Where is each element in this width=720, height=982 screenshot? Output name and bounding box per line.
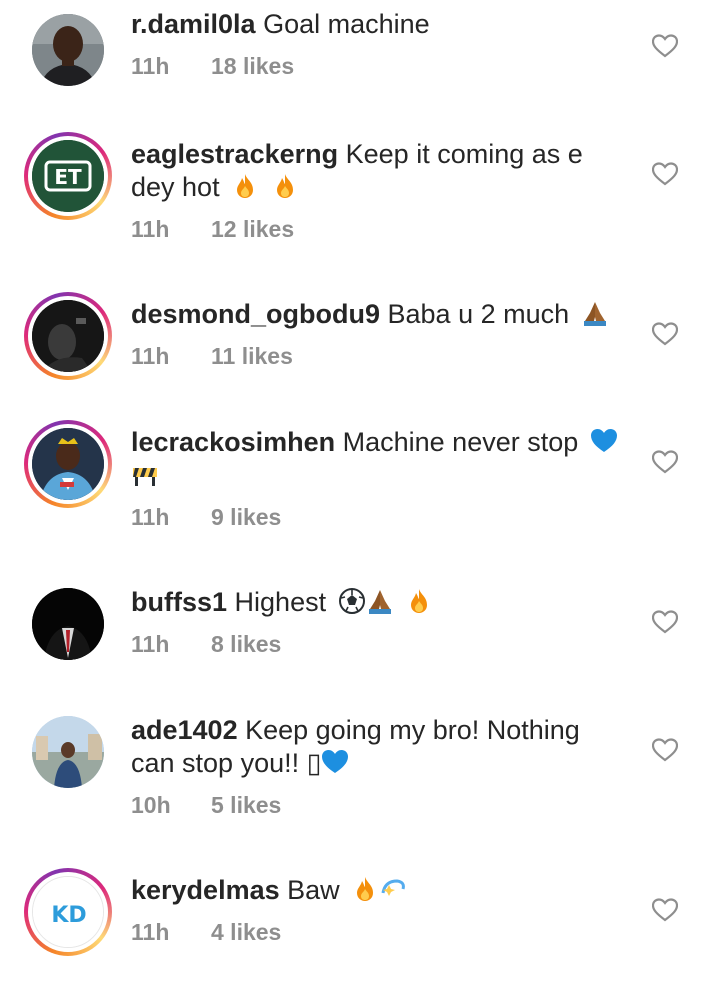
comment-time: 10h [131, 792, 171, 818]
comment-text: Goal machine [263, 9, 430, 39]
comment-text: Baw [287, 875, 340, 905]
comment-likes[interactable]: 12 likes [211, 213, 294, 245]
comment-username[interactable]: ade1402 [131, 715, 238, 745]
avatar[interactable] [24, 292, 112, 380]
comment-text: Machine never stop [342, 427, 579, 457]
fire-emoji-icon [237, 174, 254, 198]
comment-username[interactable]: desmond_ogbodu9 [131, 299, 380, 329]
heart-icon[interactable] [652, 162, 678, 186]
blue-heart-emoji-icon [322, 750, 349, 773]
comment-text: Baba u 2 much [387, 299, 570, 329]
profile-photo-man [32, 14, 104, 86]
comment-time: 11h [131, 343, 170, 369]
heart-icon[interactable] [652, 322, 678, 346]
avatar[interactable] [24, 580, 112, 668]
dizzy-emoji-icon [381, 879, 406, 896]
comment-time: 11h [131, 919, 170, 945]
comment-time: 11h [131, 216, 170, 242]
avatar[interactable]: KD [24, 868, 112, 956]
comment-likes[interactable]: 4 likes [211, 916, 281, 948]
fire-emoji-icon [276, 174, 293, 198]
fire-emoji-icon [357, 877, 374, 901]
comment-username[interactable]: buffss1 [131, 587, 227, 617]
heart-icon[interactable] [652, 610, 678, 634]
comment-username[interactable]: lecrackosimhen [131, 427, 335, 457]
comment-likes[interactable]: 9 likes [211, 501, 281, 533]
avatar[interactable]: ET [24, 132, 112, 220]
heart-icon[interactable] [652, 738, 678, 762]
profile-photo-footballer [32, 428, 104, 500]
profile-photo-dark [32, 300, 104, 372]
folded-hands-emoji-icon [583, 302, 606, 326]
soccer-ball-emoji-icon [338, 588, 365, 614]
heart-icon[interactable] [652, 34, 678, 58]
comment-username[interactable]: r.damil0la [131, 9, 256, 39]
avatar[interactable] [24, 6, 112, 94]
comment-time: 11h [131, 53, 170, 79]
heart-icon[interactable] [652, 898, 678, 922]
profile-photo-suit [32, 588, 104, 660]
comment-time: 11h [131, 631, 170, 657]
comment-likes[interactable]: 11 likes [211, 340, 293, 372]
blue-heart-emoji-icon [590, 429, 617, 452]
fire-emoji-icon [411, 589, 428, 613]
et-logo: ET [32, 140, 104, 212]
kd-logo: KD [32, 876, 104, 948]
comment-username[interactable]: kerydelmas [131, 875, 280, 905]
comment-likes[interactable]: 5 likes [211, 789, 281, 821]
avatar[interactable] [24, 708, 112, 796]
avatar[interactable] [24, 420, 112, 508]
comment-time: 11h [131, 504, 170, 530]
comment-username[interactable]: eaglestrackerng [131, 139, 338, 169]
svg-text:KD: KD [51, 903, 86, 928]
profile-photo-outdoor [32, 716, 104, 788]
folded-hands-emoji-icon [368, 590, 391, 614]
comment-likes[interactable]: 8 likes [211, 628, 281, 660]
svg-text:ET: ET [54, 165, 82, 189]
construction-emoji-icon [133, 468, 157, 486]
comment-likes[interactable]: 18 likes [211, 50, 294, 82]
comment-text: Highest [234, 587, 327, 617]
heart-icon[interactable] [652, 450, 678, 474]
